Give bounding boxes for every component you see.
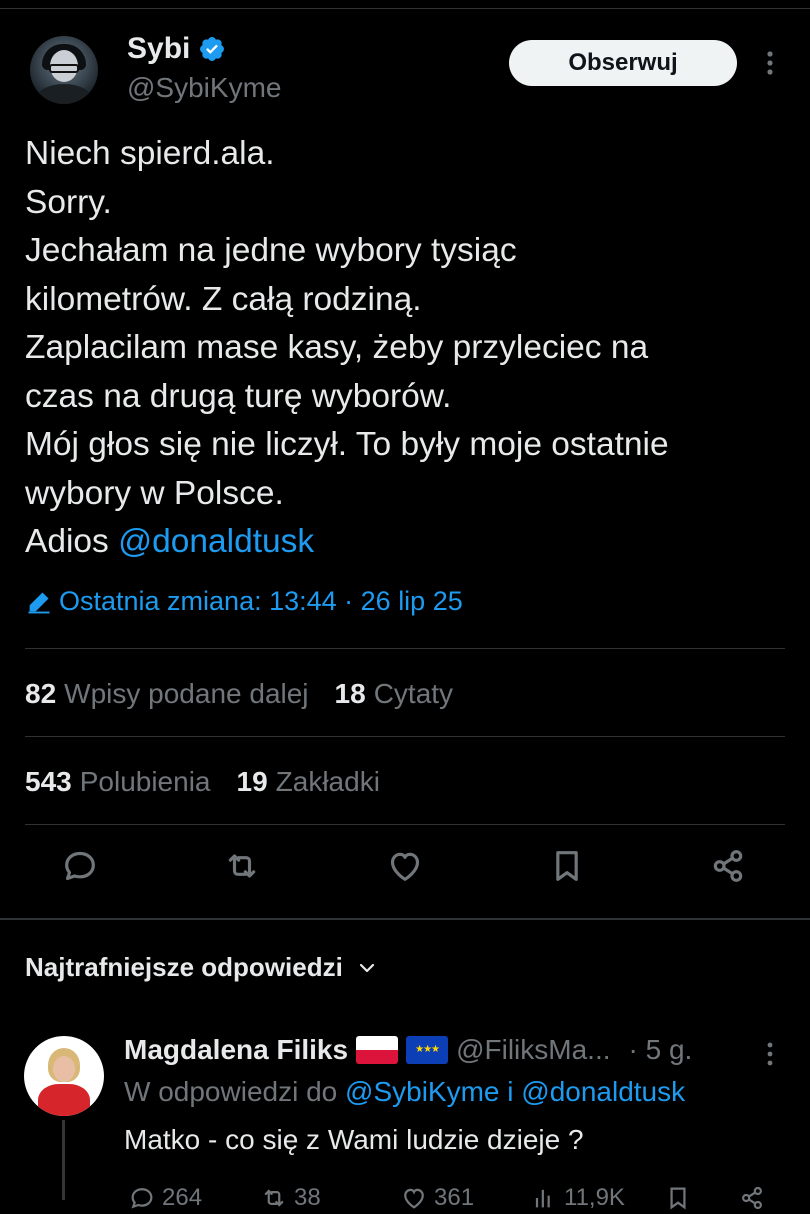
tweet-line: Zaplacilam mase kasy, żeby przyleciec na — [25, 329, 649, 366]
reply-more-options-icon[interactable] — [760, 1040, 780, 1068]
edit-pencil-icon — [28, 591, 50, 613]
section-divider — [0, 918, 810, 920]
author-name-row: Sybi — [127, 32, 226, 66]
more-options-icon[interactable] — [760, 48, 780, 78]
mention-link[interactable]: @donaldtusk — [521, 1076, 685, 1107]
reply-author-avatar[interactable] — [24, 1036, 104, 1116]
author-name[interactable]: Sybi — [127, 32, 190, 66]
share-icon[interactable] — [708, 846, 748, 886]
tweet-line: wybory w Polsce. — [25, 474, 284, 512]
reply-bookmark-button[interactable] — [664, 1184, 692, 1212]
likes-stat[interactable]: 543 Polubienia — [25, 766, 211, 798]
chevron-down-icon — [359, 963, 374, 972]
tweet-line: Jechałam na jedne wybory tysiąc — [25, 232, 517, 269]
divider — [25, 648, 785, 649]
like-icon — [404, 1188, 424, 1209]
tweet-line: czas na drugą turę wyborów. — [25, 377, 452, 415]
reply-views[interactable]: 11,9K — [530, 1184, 625, 1212]
follow-button[interactable]: Obserwuj — [509, 40, 737, 86]
reply-header: Magdalena Filiks ★★★ @FiliksMa... · 5 g. — [124, 1034, 692, 1066]
author-handle[interactable]: @SybiKyme — [127, 72, 281, 104]
poland-flag-icon — [356, 1036, 399, 1064]
author-avatar[interactable] — [30, 36, 98, 104]
top-divider — [0, 8, 810, 9]
tweet-text: Niech spierd.ala. Sorry. Jechałam na jed… — [25, 130, 795, 567]
edited-label: Ostatnia zmiana: 13:44 · 26 lip 25 — [59, 586, 463, 616]
like-icon[interactable] — [385, 846, 425, 886]
bookmark-icon[interactable] — [547, 846, 587, 886]
reply-action-bar: 264 38 361 11,9K — [124, 1184, 784, 1214]
tweet-last-line: Adios @donaldtusk — [25, 523, 315, 560]
reply-icon[interactable] — [60, 846, 100, 886]
replies-sort-dropdown[interactable]: Najtrafniejsze odpowiedzi — [25, 952, 377, 983]
reply-author-name[interactable]: Magdalena Filiks — [124, 1034, 348, 1066]
tweet-action-bar — [0, 846, 810, 900]
quotes-stat[interactable]: 18 Cytaty — [335, 678, 454, 710]
reply-reply-button[interactable]: 264 — [128, 1184, 202, 1212]
repost-icon — [264, 1189, 284, 1207]
tweet-line: Mój głos się nie liczył. To były moje os… — [25, 426, 669, 463]
reply-author-handle[interactable]: @FiliksMa... — [456, 1034, 610, 1066]
divider — [25, 824, 785, 825]
edited-info-link[interactable]: Ostatnia zmiana: 13:44 · 26 lip 25 — [25, 586, 463, 617]
reply-repost-button[interactable]: 38 — [260, 1184, 321, 1212]
stats-row-reposts: 82 Wpisy podane dalej 18 Cytaty — [25, 678, 453, 710]
mention-link[interactable]: @SybiKyme — [345, 1076, 499, 1107]
stats-row-likes: 543 Polubienia 19 Zakładki — [25, 766, 380, 798]
reply-text: Matko - co się z Wami ludzie dzieje ? — [124, 1124, 584, 1155]
reply-icon — [131, 1188, 153, 1209]
reply-share-button[interactable] — [738, 1184, 766, 1212]
tweet-line: Niech spierd.ala. — [25, 135, 275, 172]
reposts-stat[interactable]: 82 Wpisy podane dalej — [25, 678, 309, 710]
replying-to: W odpowiedzi do @SybiKyme i @donaldtusk — [124, 1076, 686, 1107]
verified-badge-icon — [200, 37, 225, 61]
reply-like-button[interactable]: 361 — [400, 1184, 474, 1212]
divider — [25, 736, 785, 737]
views-icon — [535, 1189, 550, 1208]
tweet-line: kilometrów. Z całą rodziną. — [25, 280, 422, 318]
replies-sort-label: Najtrafniejsze odpowiedzi — [25, 952, 343, 982]
bookmark-icon — [670, 1187, 686, 1210]
bookmarks-stat[interactable]: 19 Zakładki — [237, 766, 380, 798]
reply-timestamp[interactable]: · 5 g. — [629, 1034, 693, 1066]
share-icon — [742, 1186, 762, 1210]
tweet-line: Sorry. — [25, 183, 112, 221]
mention-link[interactable]: @donaldtusk — [118, 523, 314, 560]
eu-flag-icon: ★★★ — [406, 1036, 449, 1064]
repost-icon[interactable] — [222, 846, 262, 886]
thread-line — [62, 1120, 65, 1200]
